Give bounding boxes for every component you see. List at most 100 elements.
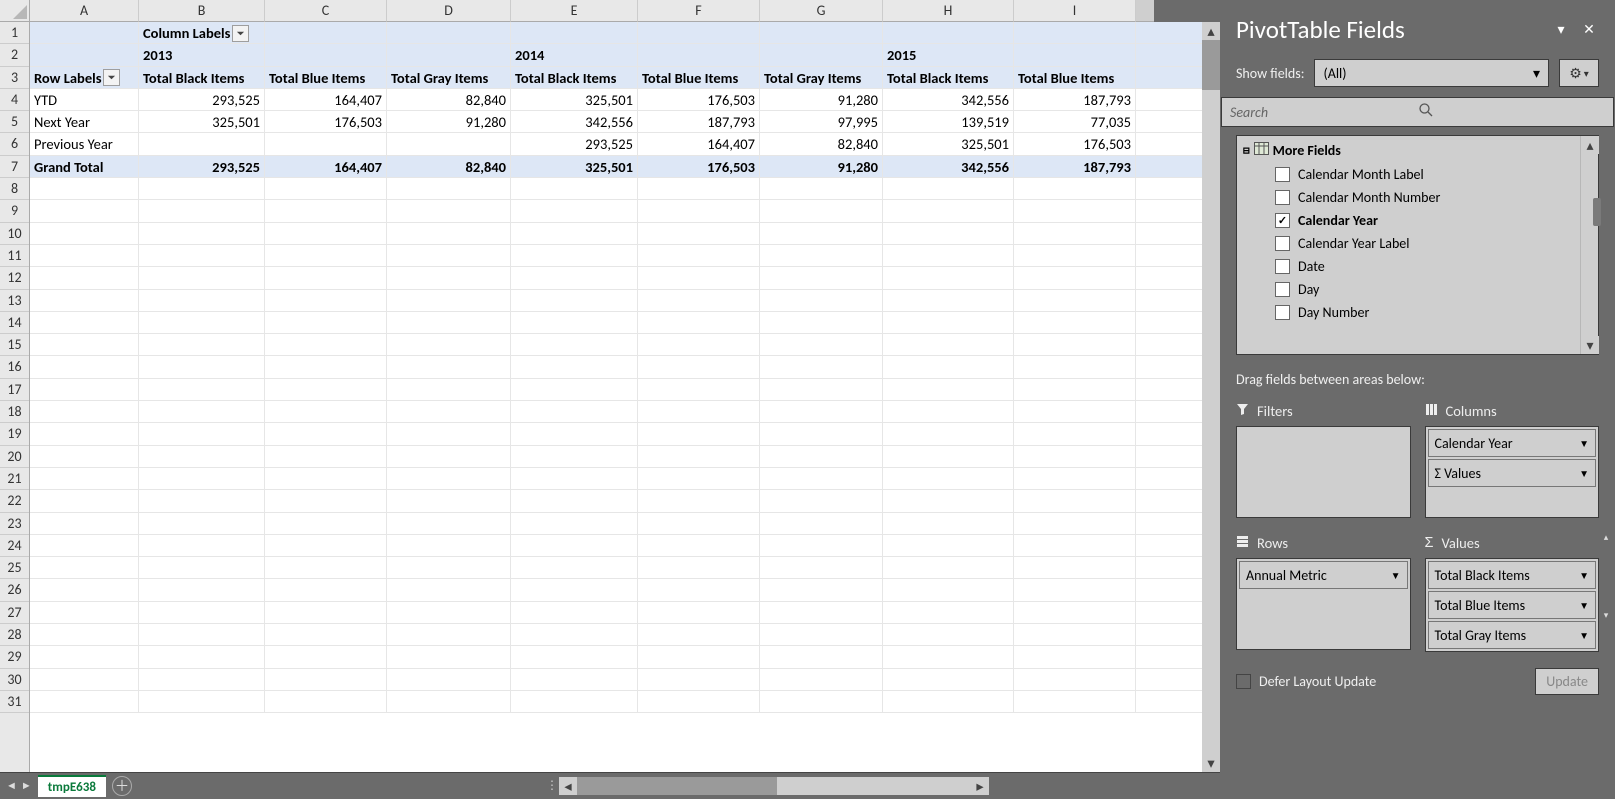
filter-dropdown-icon[interactable] — [232, 25, 249, 42]
row-header-16[interactable]: 16 — [0, 356, 29, 378]
cell[interactable] — [387, 223, 511, 244]
cell[interactable] — [265, 44, 387, 65]
cell[interactable] — [30, 22, 139, 43]
cell[interactable] — [30, 646, 139, 667]
cell[interactable] — [139, 423, 265, 444]
cell[interactable]: 2015 — [883, 44, 1014, 65]
cell[interactable] — [1014, 312, 1136, 333]
column-header-E[interactable]: E — [511, 0, 638, 22]
cell[interactable] — [1014, 446, 1136, 467]
cell[interactable]: 176,503 — [638, 156, 760, 177]
cell[interactable] — [139, 133, 265, 154]
cell[interactable] — [760, 669, 883, 690]
cell[interactable] — [883, 669, 1014, 690]
cell[interactable]: 91,280 — [760, 156, 883, 177]
cell[interactable] — [1014, 535, 1136, 556]
cell[interactable] — [265, 267, 387, 288]
field-checkbox[interactable] — [1275, 236, 1290, 251]
cell[interactable] — [387, 200, 511, 221]
column-header-C[interactable]: C — [265, 0, 387, 22]
cell[interactable] — [1014, 602, 1136, 623]
cell[interactable] — [883, 223, 1014, 244]
vscroll-thumb[interactable] — [1202, 40, 1220, 90]
cell[interactable] — [511, 356, 638, 377]
cell[interactable] — [139, 646, 265, 667]
cell[interactable] — [883, 401, 1014, 422]
cell[interactable] — [265, 446, 387, 467]
cell[interactable] — [883, 334, 1014, 355]
grid-body[interactable]: Column Labels201320142015Row LabelsTotal… — [30, 22, 1202, 772]
cell[interactable] — [1014, 245, 1136, 266]
cell[interactable] — [139, 535, 265, 556]
cell[interactable] — [30, 223, 139, 244]
cell[interactable] — [387, 535, 511, 556]
cell[interactable] — [30, 602, 139, 623]
cell[interactable]: Total Blue Items — [265, 67, 387, 88]
cell[interactable] — [265, 490, 387, 511]
zone-field-pill[interactable]: Annual Metric▼ — [1239, 561, 1408, 589]
cell[interactable] — [139, 334, 265, 355]
cell[interactable] — [760, 379, 883, 400]
cell[interactable] — [30, 624, 139, 645]
cell[interactable] — [1014, 691, 1136, 712]
cell[interactable] — [387, 579, 511, 600]
zone-field-pill[interactable]: Total Gray Items▼ — [1428, 621, 1597, 649]
cell[interactable] — [265, 579, 387, 600]
cell[interactable] — [387, 44, 511, 65]
chevron-down-icon[interactable]: ▼ — [1391, 569, 1401, 582]
cell[interactable] — [511, 267, 638, 288]
cell[interactable] — [760, 245, 883, 266]
cell[interactable] — [760, 446, 883, 467]
cell[interactable] — [30, 334, 139, 355]
row-header-28[interactable]: 28 — [0, 624, 29, 646]
cell[interactable] — [265, 423, 387, 444]
cell[interactable]: 82,840 — [760, 133, 883, 154]
chevron-down-icon[interactable]: ▼ — [1579, 437, 1589, 450]
scroll-up-arrow-icon[interactable]: ▴ — [1601, 532, 1611, 542]
zone-field-pill[interactable]: Calendar Year▼ — [1428, 429, 1597, 457]
cell[interactable] — [760, 356, 883, 377]
column-header-B[interactable]: B — [139, 0, 265, 22]
field-item[interactable]: Day Number — [1255, 301, 1576, 324]
row-header-30[interactable]: 30 — [0, 669, 29, 691]
cell[interactable] — [883, 579, 1014, 600]
cell[interactable] — [387, 379, 511, 400]
cell[interactable] — [1014, 669, 1136, 690]
cell[interactable] — [760, 579, 883, 600]
cell[interactable] — [1014, 267, 1136, 288]
cell[interactable] — [883, 245, 1014, 266]
cell[interactable]: 82,840 — [387, 89, 511, 110]
tab-nav-prev-icon[interactable]: ◄ — [6, 779, 17, 792]
cell[interactable] — [265, 133, 387, 154]
cell[interactable]: 342,556 — [511, 111, 638, 132]
cell[interactable] — [1014, 379, 1136, 400]
cell[interactable] — [883, 691, 1014, 712]
cell[interactable] — [883, 356, 1014, 377]
field-item[interactable]: Calendar Year Label — [1255, 232, 1576, 255]
cell[interactable] — [760, 290, 883, 311]
show-fields-dropdown[interactable]: (All) ▾ — [1314, 59, 1549, 87]
cell[interactable]: 187,793 — [638, 111, 760, 132]
cell[interactable]: 164,407 — [638, 133, 760, 154]
cell[interactable] — [265, 624, 387, 645]
cell[interactable] — [638, 646, 760, 667]
cell[interactable] — [265, 22, 387, 43]
cell[interactable] — [139, 669, 265, 690]
chevron-down-icon[interactable]: ▼ — [1579, 569, 1589, 582]
cell[interactable] — [638, 691, 760, 712]
values-scrollbar[interactable]: ▴ ▾ — [1601, 532, 1611, 620]
cell[interactable]: 325,501 — [139, 111, 265, 132]
cell[interactable] — [638, 44, 760, 65]
cell[interactable] — [139, 401, 265, 422]
cell[interactable] — [638, 356, 760, 377]
cell[interactable] — [1014, 557, 1136, 578]
field-checkbox[interactable] — [1275, 282, 1290, 297]
row-header-18[interactable]: 18 — [0, 401, 29, 423]
row-header-1[interactable]: 1 — [0, 22, 29, 44]
cell[interactable] — [265, 468, 387, 489]
cell[interactable] — [265, 334, 387, 355]
hscroll-thumb[interactable] — [577, 777, 777, 795]
cell[interactable]: 176,503 — [265, 111, 387, 132]
cell[interactable]: YTD — [30, 89, 139, 110]
cell[interactable] — [387, 334, 511, 355]
